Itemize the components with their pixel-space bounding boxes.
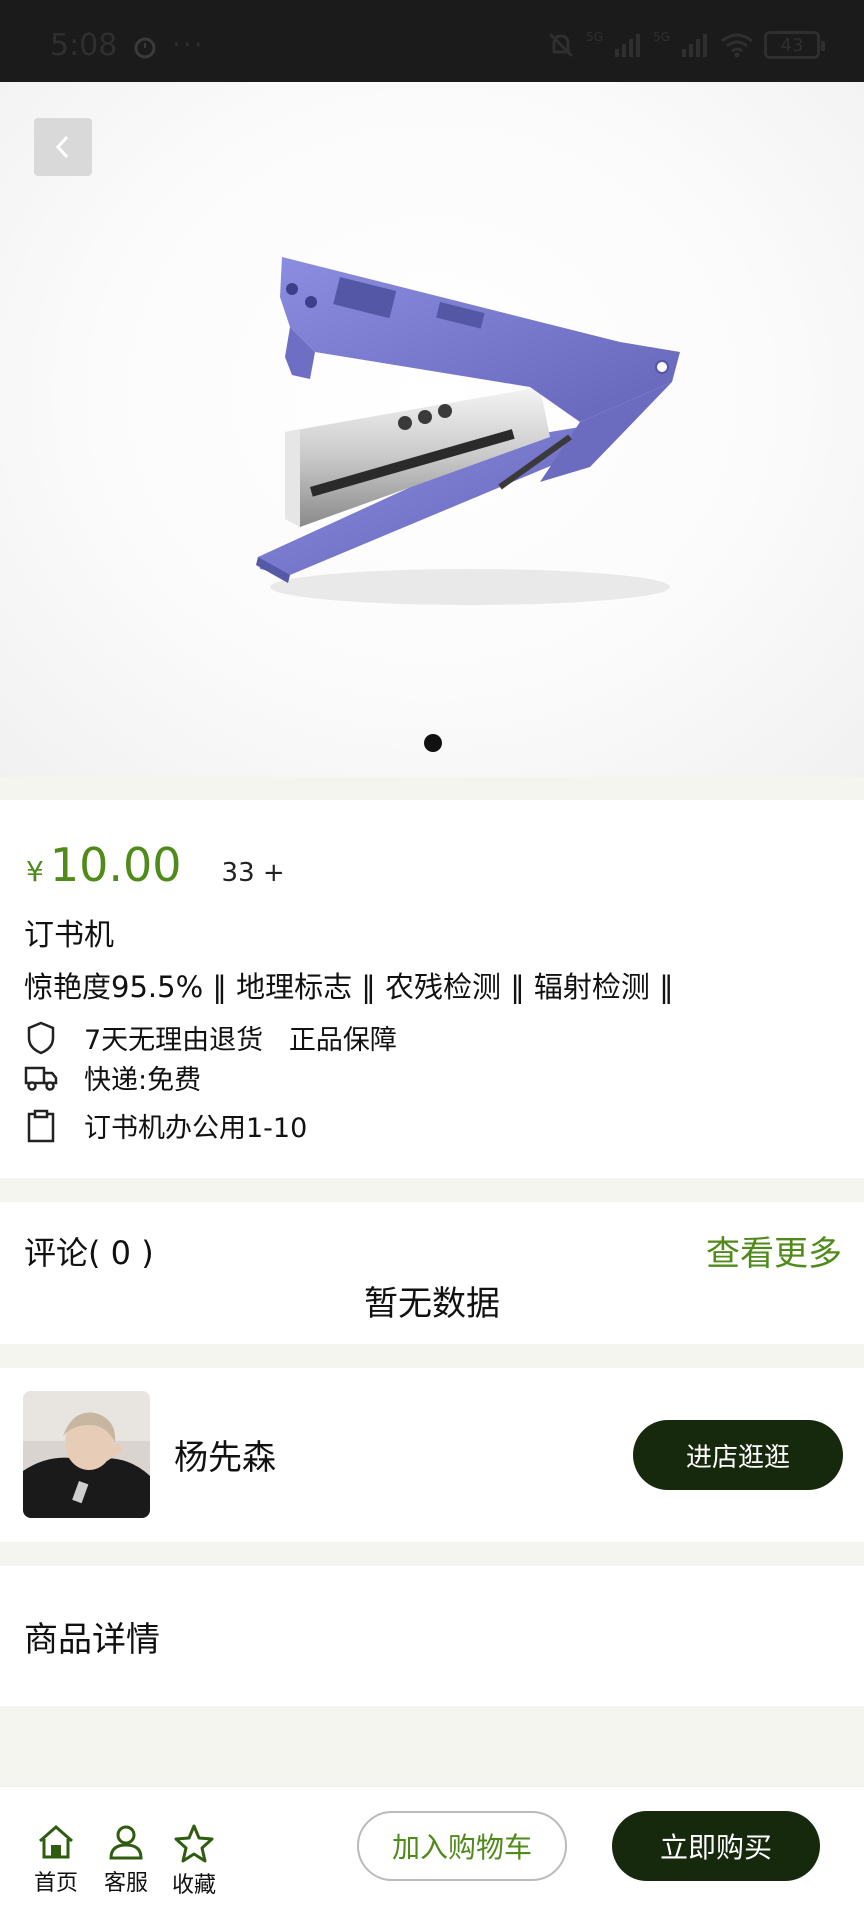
signal-bars-icon bbox=[615, 34, 641, 57]
signal-1-label: 5G bbox=[586, 30, 604, 44]
mute-bell-icon bbox=[549, 32, 574, 58]
nav-service[interactable]: 客服 bbox=[104, 1823, 148, 1897]
status-bar: 5:08 ··· 5G 5G 43 bbox=[0, 0, 864, 82]
product-price: 10.00 bbox=[49, 838, 182, 892]
status-right-icons: 5G 5G 43 bbox=[546, 30, 825, 60]
nav-home-label: 首页 bbox=[34, 1871, 79, 1896]
carousel-indicator-dot[interactable] bbox=[424, 734, 442, 752]
section-divider bbox=[0, 777, 864, 800]
add-to-cart-button[interactable]: 加入购物车 bbox=[357, 1811, 567, 1881]
nav-home[interactable]: 首页 bbox=[34, 1823, 78, 1897]
shop-avatar[interactable] bbox=[23, 1391, 150, 1518]
price-row: ¥ 10.00 33 + bbox=[26, 838, 285, 892]
comments-section: 评论( 0 ) 查看更多 暂无数据 bbox=[0, 1202, 864, 1344]
shop-section: 杨先森 进店逛逛 bbox=[0, 1368, 864, 1542]
feature-shipping: 快递:免费 bbox=[24, 1058, 201, 1097]
battery-icon: 43 bbox=[764, 31, 825, 59]
product-image-carousel[interactable] bbox=[0, 82, 864, 777]
feature-return-policy: 7天无理由退货 正品保障 bbox=[24, 1018, 397, 1057]
product-title: 订书机 bbox=[24, 918, 114, 953]
signal-2-label: 5G bbox=[653, 30, 670, 44]
alarm-icon bbox=[134, 37, 156, 59]
chevron-left-icon bbox=[55, 135, 69, 159]
details-content-area bbox=[0, 1706, 864, 1786]
star-icon bbox=[174, 1824, 214, 1863]
back-button[interactable] bbox=[34, 118, 92, 176]
bottom-action-bar: 首页 客服 收藏 加入购物车 立即购买 bbox=[0, 1786, 864, 1920]
wifi-icon bbox=[721, 33, 753, 58]
feature-text: 订书机办公用1-10 bbox=[84, 1113, 308, 1144]
feature-spec: 订书机办公用1-10 bbox=[24, 1106, 307, 1145]
sold-count: 33 + bbox=[221, 858, 285, 888]
view-more-link[interactable]: 查看更多 bbox=[706, 1226, 842, 1275]
shield-icon bbox=[24, 1021, 58, 1055]
product-info-section: ¥ 10.00 33 + 订书机 惊艳度95.5% ‖ 地理标志 ‖ 农残检测 … bbox=[0, 800, 864, 1178]
person-icon bbox=[109, 1825, 143, 1860]
feature-text: 7天无理由退货 正品保障 bbox=[84, 1025, 397, 1056]
details-heading: 商品详情 bbox=[24, 1620, 160, 1660]
product-tags: 惊艳度95.5% ‖ 地理标志 ‖ 农残检测 ‖ 辐射检测 ‖ bbox=[24, 970, 674, 1004]
status-time: 5:08 bbox=[50, 28, 118, 63]
feature-text: 快递:免费 bbox=[84, 1065, 202, 1096]
section-divider bbox=[0, 1344, 864, 1368]
empty-comments-text: 暂无数据 bbox=[364, 1284, 500, 1324]
stapler-image bbox=[256, 257, 680, 605]
buy-now-button[interactable]: 立即购买 bbox=[612, 1811, 820, 1881]
battery-level: 43 bbox=[780, 34, 804, 56]
home-icon bbox=[39, 1825, 73, 1859]
details-section: 商品详情 bbox=[0, 1566, 864, 1706]
currency-symbol: ¥ bbox=[26, 855, 44, 888]
section-divider bbox=[0, 1178, 864, 1202]
comments-label: 评论( 0 ) bbox=[24, 1234, 154, 1272]
truck-icon bbox=[24, 1061, 58, 1095]
nav-favorite[interactable]: 收藏 bbox=[172, 1823, 216, 1899]
section-divider bbox=[0, 1542, 864, 1566]
nav-favorite-label: 收藏 bbox=[172, 1873, 217, 1898]
status-more-dots: ··· bbox=[172, 28, 205, 61]
nav-service-label: 客服 bbox=[104, 1871, 149, 1896]
shop-name: 杨先森 bbox=[174, 1438, 276, 1478]
visit-shop-button[interactable]: 进店逛逛 bbox=[633, 1420, 843, 1490]
signal-bars-icon bbox=[682, 34, 707, 57]
clipboard-icon bbox=[24, 1109, 58, 1143]
